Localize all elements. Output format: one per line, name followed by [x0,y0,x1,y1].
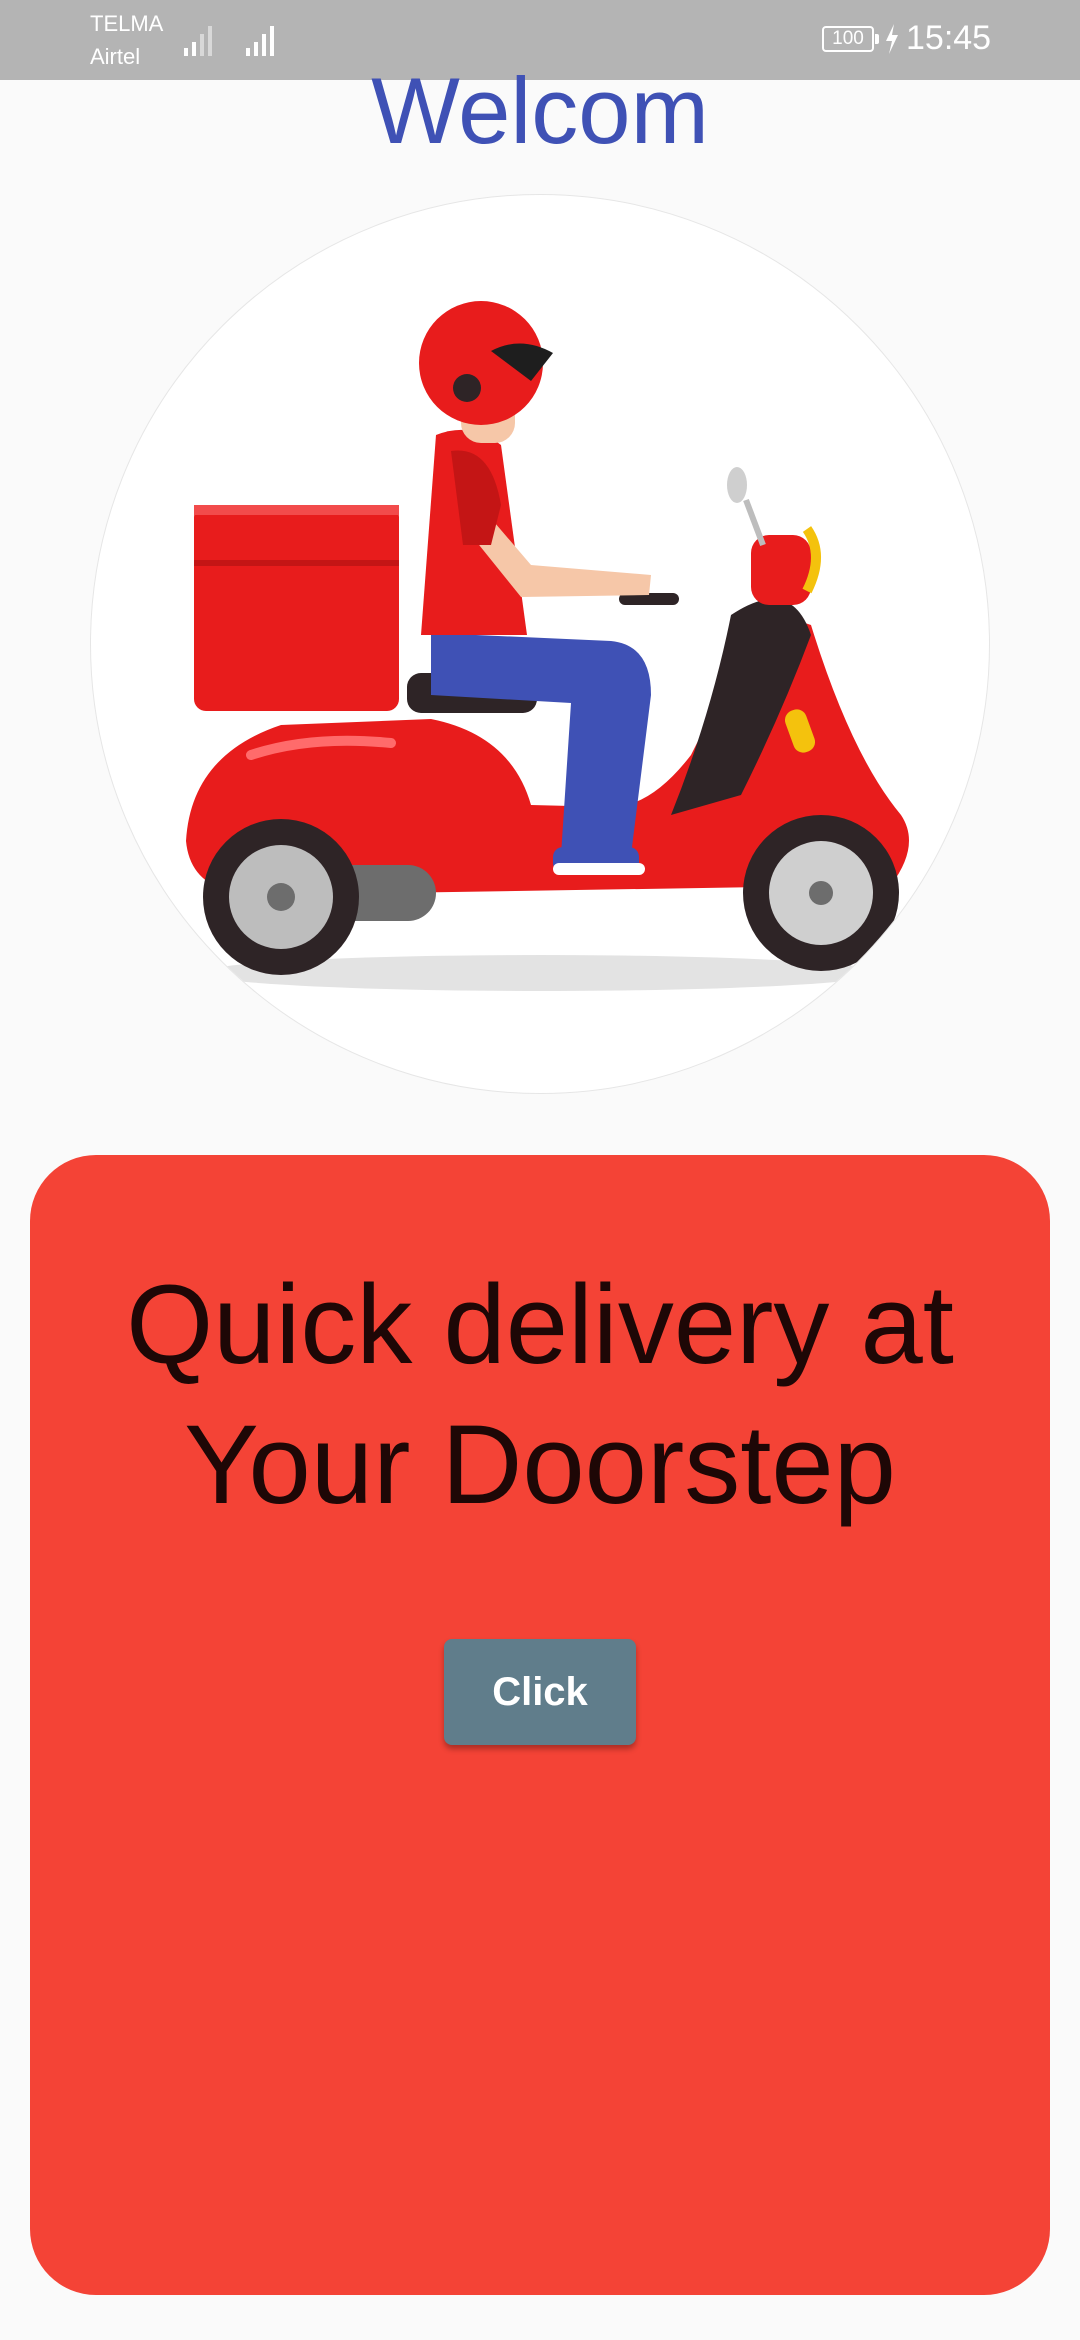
tagline: Quick delivery at Your Doorstep [30,1255,1050,1535]
signal-icon [246,26,274,56]
hero-image [90,194,990,1094]
status-time: 15:45 [906,19,992,57]
page-title: Welcom [371,58,709,163]
battery-level: 100 [832,28,864,49]
delivery-scooter-illustration [186,301,909,991]
tagline-line-2: Your Doorstep [184,1402,896,1527]
charging-bolt-icon [886,24,898,54]
promo-card: Quick delivery at Your Doorstep Click [30,1155,1050,2295]
click-button[interactable]: Click [444,1639,636,1745]
tagline-line-1: Quick delivery at [126,1262,954,1387]
signal-icon [184,26,212,56]
battery-icon: 100 [822,26,874,52]
carrier-primary: TELMA [90,11,164,36]
battery-tip [875,34,879,44]
